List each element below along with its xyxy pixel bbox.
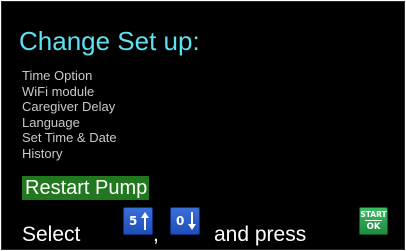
arrow-up-icon [141,212,149,230]
arrow-down-icon [188,212,196,230]
menu-item-caregiver-delay[interactable]: Caregiver Delay [22,99,117,115]
start-key-divider [365,220,382,221]
menu-item-set-time-date[interactable]: Set Time & Date [22,130,117,146]
menu-item-wifi-module[interactable]: WiFi module [22,84,117,100]
start-key-label: START [360,210,387,219]
down-key-digit: 0 [176,214,185,228]
screen-title: Change Set up: [19,26,200,56]
up-key-button[interactable]: 5 [123,207,153,235]
pump-display-screen: Change Set up: Time Option WiFi module C… [1,1,405,250]
menu-item-language[interactable]: Language [22,115,117,131]
start-ok-key-button[interactable]: START OK [359,207,388,235]
ok-key-label: OK [366,222,381,232]
footer-and-press-label: and press [214,223,307,246]
down-key-button[interactable]: 0 [170,207,200,235]
menu-item-history[interactable]: History [22,146,117,162]
footer-select-label: Select [22,223,81,246]
menu-item-restart-pump-selected[interactable]: Restart Pump [22,176,150,200]
setup-menu: Time Option WiFi module Caregiver Delay … [22,68,117,161]
menu-item-time-option[interactable]: Time Option [22,68,117,84]
footer-comma: , [153,223,159,246]
up-key-digit: 5 [129,214,138,228]
